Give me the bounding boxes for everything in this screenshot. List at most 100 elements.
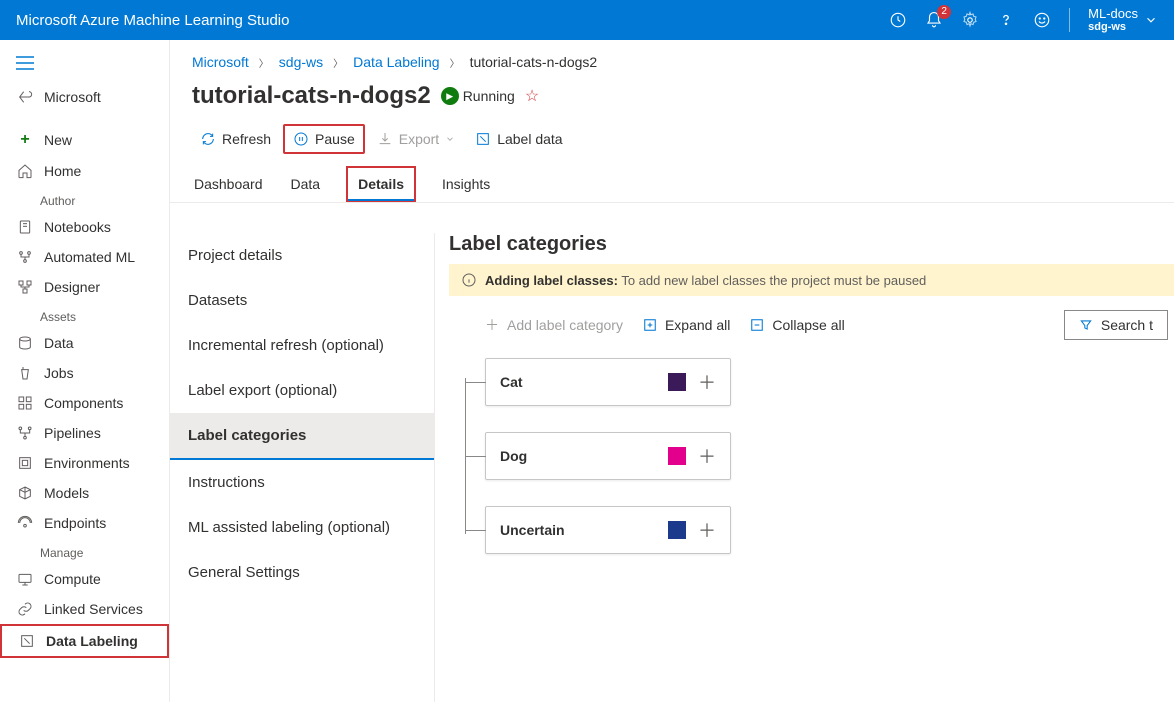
bell-icon[interactable]: 2 bbox=[925, 11, 943, 29]
tool-label: Export bbox=[399, 131, 439, 147]
search-button[interactable]: Search t bbox=[1064, 310, 1168, 340]
breadcrumb: Microsoft 〉 sdg-ws 〉 Data Labeling 〉 tut… bbox=[170, 40, 1174, 78]
add-subcategory-icon[interactable]: ＋ bbox=[698, 443, 716, 469]
breadcrumb-ws[interactable]: sdg-ws bbox=[279, 54, 323, 70]
category-row-cat[interactable]: Cat ＋ bbox=[485, 358, 731, 406]
category-row-dog[interactable]: Dog ＋ bbox=[485, 432, 731, 480]
sidebar-item-designer[interactable]: Designer bbox=[0, 272, 169, 302]
details-side-nav: Project details Datasets Incremental ref… bbox=[170, 233, 435, 702]
collapse-all-button[interactable]: Collapse all bbox=[750, 317, 844, 333]
sidebar-item-components[interactable]: Components bbox=[0, 388, 169, 418]
category-toolbar: ＋ Add label category Expand all Collapse… bbox=[449, 296, 1174, 358]
add-category-button: ＋ Add label category bbox=[485, 315, 623, 335]
dnav-label-categories[interactable]: Label categories bbox=[170, 413, 434, 460]
refresh-icon bbox=[200, 131, 216, 147]
tab-data[interactable]: Data bbox=[289, 166, 323, 202]
nav-label: Automated ML bbox=[44, 249, 135, 265]
designer-icon bbox=[16, 279, 34, 295]
gear-icon[interactable] bbox=[961, 11, 979, 29]
category-label: Cat bbox=[500, 374, 656, 390]
pause-icon bbox=[293, 131, 309, 147]
workspace-name: ML-docs bbox=[1088, 7, 1138, 21]
nav-label: Models bbox=[44, 485, 89, 501]
plus-icon: + bbox=[16, 131, 34, 149]
star-icon[interactable]: ☆ bbox=[525, 86, 539, 106]
chevron-right-icon: 〉 bbox=[259, 55, 269, 70]
dnav-incremental-refresh[interactable]: Incremental refresh (optional) bbox=[170, 323, 434, 368]
dnav-datasets[interactable]: Datasets bbox=[170, 278, 434, 323]
add-subcategory-icon[interactable]: ＋ bbox=[698, 517, 716, 543]
jobs-icon bbox=[16, 365, 34, 381]
hamburger-icon[interactable] bbox=[0, 52, 169, 82]
tool-label: Expand all bbox=[665, 317, 730, 333]
tab-details[interactable]: Details bbox=[346, 166, 416, 202]
back-arrow-icon bbox=[16, 89, 34, 105]
action-toolbar: Refresh Pause Export Label data bbox=[170, 120, 1174, 166]
dnav-instructions[interactable]: Instructions bbox=[170, 460, 434, 505]
panel-heading: Label categories bbox=[449, 233, 1174, 264]
nav-label: Pipelines bbox=[44, 425, 101, 441]
sidebar-item-home[interactable]: Home bbox=[0, 156, 169, 186]
pause-button[interactable]: Pause bbox=[283, 124, 365, 154]
collapse-icon bbox=[750, 318, 764, 332]
category-tree: Cat ＋ Dog ＋ Uncertain ＋ bbox=[449, 358, 1174, 580]
sidebar-item-data-labeling[interactable]: Data Labeling bbox=[0, 624, 169, 658]
dnav-ml-assisted[interactable]: ML assisted labeling (optional) bbox=[170, 505, 434, 550]
page-header: tutorial-cats-n-dogs2 ▶ Running ☆ bbox=[170, 78, 1174, 120]
sidebar-item-notebooks[interactable]: Notebooks bbox=[0, 212, 169, 242]
sidebar-item-environments[interactable]: Environments bbox=[0, 448, 169, 478]
clock-icon[interactable] bbox=[889, 11, 907, 29]
expand-all-button[interactable]: Expand all bbox=[643, 317, 730, 333]
help-icon[interactable] bbox=[997, 11, 1015, 29]
tool-label: Collapse all bbox=[772, 317, 844, 333]
nav-label: Linked Services bbox=[44, 601, 143, 617]
nav-label: Endpoints bbox=[44, 515, 106, 531]
page-tabs: Dashboard Data Details Insights bbox=[170, 166, 1174, 203]
tab-insights[interactable]: Insights bbox=[440, 166, 492, 202]
sidebar-item-automated-ml[interactable]: Automated ML bbox=[0, 242, 169, 272]
nav-label: Notebooks bbox=[44, 219, 111, 235]
label-categories-panel: Label categories Adding label classes: T… bbox=[435, 233, 1174, 702]
workspace-switcher[interactable]: ML-docs sdg-ws bbox=[1088, 7, 1158, 33]
status-text: Running bbox=[463, 88, 515, 104]
dnav-project-details[interactable]: Project details bbox=[170, 233, 434, 278]
refresh-button[interactable]: Refresh bbox=[192, 126, 279, 152]
models-icon bbox=[16, 485, 34, 501]
dnav-label-export[interactable]: Label export (optional) bbox=[170, 368, 434, 413]
tool-label: Label data bbox=[497, 131, 562, 147]
pipelines-icon bbox=[16, 425, 34, 441]
back-link[interactable]: Microsoft bbox=[0, 82, 169, 112]
add-subcategory-icon[interactable]: ＋ bbox=[698, 369, 716, 395]
sidebar-item-models[interactable]: Models bbox=[0, 478, 169, 508]
tool-label: Refresh bbox=[222, 131, 271, 147]
label-data-button[interactable]: Label data bbox=[467, 126, 570, 152]
environments-icon bbox=[16, 455, 34, 471]
sidebar-item-linked-services[interactable]: Linked Services bbox=[0, 594, 169, 624]
breadcrumb-root[interactable]: Microsoft bbox=[192, 54, 249, 70]
breadcrumb-current: tutorial-cats-n-dogs2 bbox=[470, 54, 598, 70]
sidebar-item-data[interactable]: Data bbox=[0, 328, 169, 358]
nav-label: Data Labeling bbox=[46, 633, 138, 649]
category-row-uncertain[interactable]: Uncertain ＋ bbox=[485, 506, 731, 554]
chevron-down-icon bbox=[1144, 13, 1158, 27]
tab-dashboard[interactable]: Dashboard bbox=[192, 166, 265, 202]
sidebar-item-endpoints[interactable]: Endpoints bbox=[0, 508, 169, 538]
expand-icon bbox=[643, 318, 657, 332]
color-swatch bbox=[668, 521, 686, 539]
sidebar-item-jobs[interactable]: Jobs bbox=[0, 358, 169, 388]
breadcrumb-section[interactable]: Data Labeling bbox=[353, 54, 439, 70]
banner-text: To add new label classes the project mus… bbox=[621, 273, 926, 288]
sidebar-item-new[interactable]: + New bbox=[0, 124, 169, 156]
dnav-general-settings[interactable]: General Settings bbox=[170, 550, 434, 595]
smile-icon[interactable] bbox=[1033, 11, 1051, 29]
sidebar-item-compute[interactable]: Compute bbox=[0, 564, 169, 594]
sidebar-item-pipelines[interactable]: Pipelines bbox=[0, 418, 169, 448]
left-sidebar: Microsoft + New Home Author Notebooks Au… bbox=[0, 40, 170, 702]
link-icon bbox=[16, 601, 34, 617]
notification-badge: 2 bbox=[937, 5, 951, 19]
section-author: Author bbox=[0, 186, 169, 212]
category-label: Uncertain bbox=[500, 522, 656, 538]
nav-label: Data bbox=[44, 335, 74, 351]
chevron-right-icon: 〉 bbox=[333, 55, 343, 70]
tool-label: Add label category bbox=[507, 317, 623, 333]
